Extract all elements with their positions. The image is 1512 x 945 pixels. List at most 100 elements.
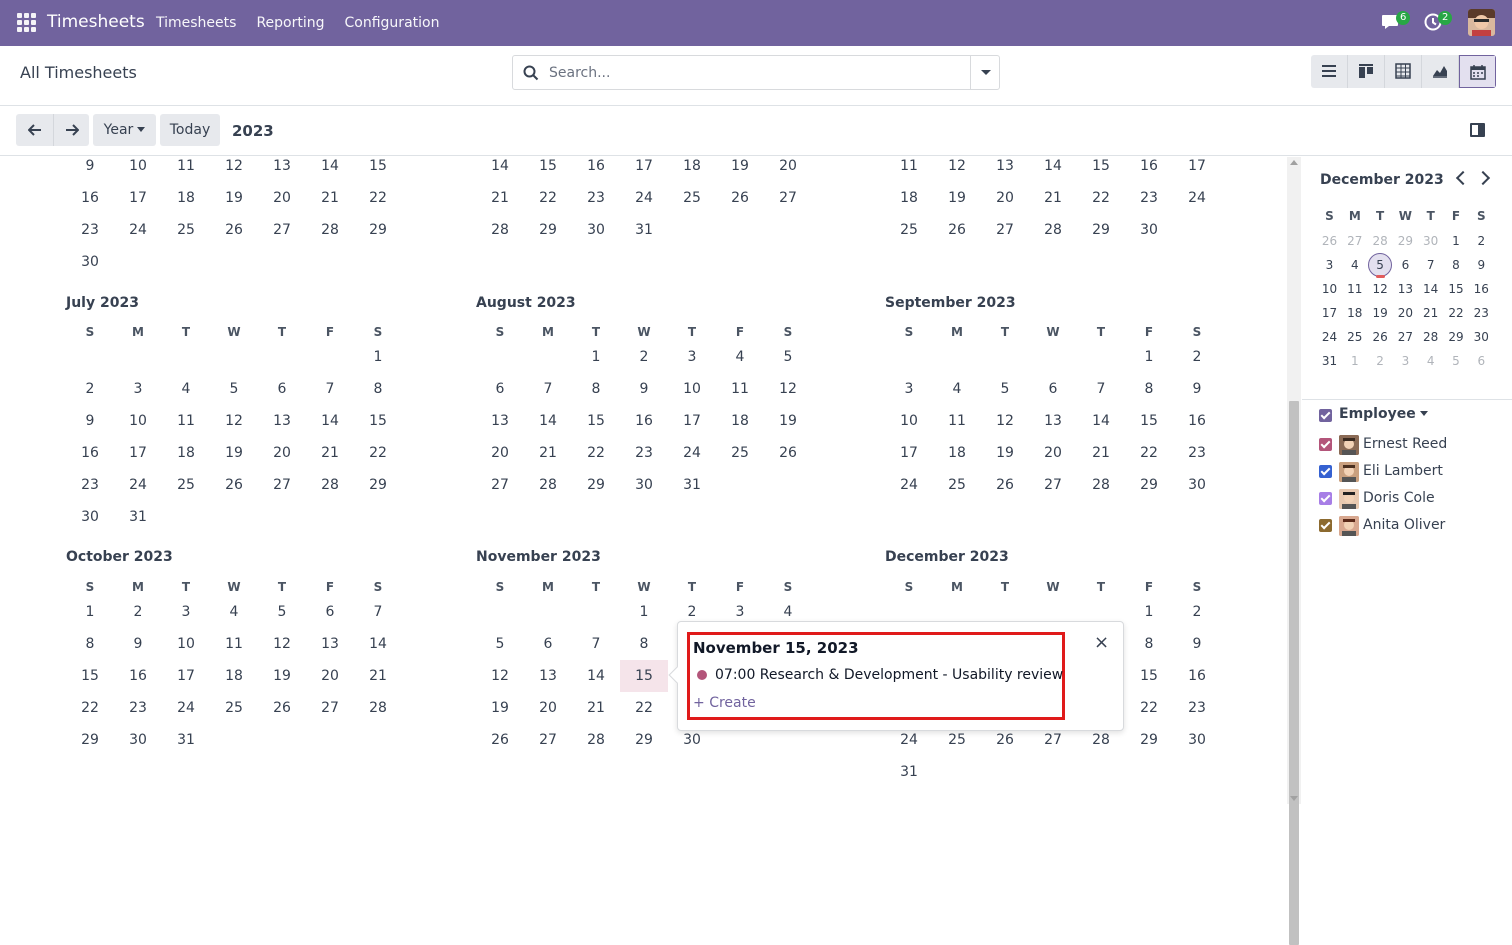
close-icon[interactable]: × — [1094, 634, 1109, 652]
day-cell[interactable]: 24 — [114, 214, 162, 246]
menu-item-reporting[interactable]: Reporting — [256, 15, 324, 31]
day-cell[interactable]: 28 — [306, 469, 354, 501]
day-cell[interactable]: 4 — [210, 596, 258, 628]
day-cell[interactable]: 19 — [210, 182, 258, 214]
apps-menu-icon[interactable] — [17, 13, 36, 32]
day-cell[interactable]: 28 — [306, 214, 354, 246]
day-cell[interactable]: 16 — [1173, 405, 1221, 437]
search-options-toggle[interactable] — [970, 56, 999, 89]
day-cell[interactable]: 29 — [1077, 214, 1125, 246]
day-cell[interactable]: 17 — [1173, 157, 1221, 182]
day-cell[interactable]: 23 — [1173, 437, 1221, 469]
mini-day-cell[interactable]: 19 — [1368, 301, 1393, 325]
day-cell[interactable]: 31 — [668, 469, 716, 501]
employee-name[interactable]: Eli Lambert — [1363, 463, 1443, 479]
employee-filter-header[interactable]: Employee — [1319, 406, 1428, 422]
day-cell[interactable]: 4 — [162, 373, 210, 405]
day-cell[interactable]: 16 — [572, 157, 620, 182]
day-cell[interactable]: 29 — [620, 724, 668, 756]
day-cell[interactable]: 16 — [114, 660, 162, 692]
day-cell[interactable]: 21 — [1029, 182, 1077, 214]
day-cell[interactable]: 4 — [933, 373, 981, 405]
mini-day-cell[interactable]: 10 — [1317, 277, 1342, 301]
mini-day-cell[interactable]: 22 — [1444, 301, 1469, 325]
day-cell[interactable]: 8 — [66, 628, 114, 660]
day-cell[interactable]: 12 — [764, 373, 812, 405]
sidebar-toggle-icon[interactable] — [1470, 123, 1485, 137]
day-cell[interactable]: 22 — [66, 692, 114, 724]
day-cell[interactable]: 2 — [66, 373, 114, 405]
employee-name[interactable]: Anita Oliver — [1363, 517, 1445, 533]
search-input[interactable] — [549, 56, 969, 89]
day-cell[interactable]: 16 — [66, 182, 114, 214]
day-cell[interactable]: 12 — [210, 405, 258, 437]
employee-name[interactable]: Ernest Reed — [1363, 436, 1447, 452]
day-cell[interactable]: 20 — [981, 182, 1029, 214]
mini-day-cell[interactable]: 14 — [1418, 277, 1443, 301]
day-cell[interactable]: 16 — [1125, 157, 1173, 182]
day-cell[interactable]: 5 — [258, 596, 306, 628]
day-cell[interactable]: 25 — [885, 214, 933, 246]
day-cell[interactable]: 5 — [476, 628, 524, 660]
day-cell[interactable]: 22 — [354, 182, 402, 214]
day-cell[interactable]: 12 — [210, 157, 258, 182]
mini-day-cell[interactable]: 5 — [1444, 349, 1469, 373]
day-cell[interactable]: 7 — [306, 373, 354, 405]
day-cell[interactable]: 14 — [476, 157, 524, 182]
scroll-down-icon[interactable] — [1290, 796, 1298, 801]
day-cell[interactable]: 9 — [1173, 373, 1221, 405]
day-cell[interactable]: 30 — [620, 469, 668, 501]
kanban-view-button[interactable] — [1348, 55, 1385, 88]
day-cell[interactable]: 19 — [716, 157, 764, 182]
day-cell[interactable]: 23 — [66, 469, 114, 501]
day-cell[interactable]: 2 — [1173, 341, 1221, 373]
day-cell[interactable]: 12 — [258, 628, 306, 660]
day-cell[interactable]: 2 — [1173, 596, 1221, 628]
employee-name[interactable]: Doris Cole — [1363, 490, 1435, 506]
day-cell[interactable]: 14 — [1029, 157, 1077, 182]
day-cell[interactable]: 31 — [162, 724, 210, 756]
scale-dropdown[interactable]: Year — [93, 114, 156, 146]
day-cell[interactable]: 26 — [210, 469, 258, 501]
day-cell[interactable]: 2 — [620, 341, 668, 373]
day-cell[interactable]: 11 — [885, 157, 933, 182]
day-cell[interactable]: 8 — [620, 628, 668, 660]
day-cell[interactable]: 11 — [210, 628, 258, 660]
day-cell[interactable]: 22 — [1125, 437, 1173, 469]
day-cell[interactable]: 8 — [1125, 628, 1173, 660]
day-cell[interactable]: 27 — [476, 469, 524, 501]
day-cell[interactable]: 1 — [66, 596, 114, 628]
scrollbar[interactable] — [1287, 157, 1301, 945]
day-cell[interactable]: 9 — [620, 373, 668, 405]
day-cell[interactable]: 6 — [476, 373, 524, 405]
day-cell[interactable]: 30 — [1173, 469, 1221, 501]
mini-day-cell[interactable]: 6 — [1393, 253, 1418, 277]
day-cell[interactable]: 10 — [114, 405, 162, 437]
mini-day-cell[interactable]: 11 — [1342, 277, 1367, 301]
day-cell[interactable]: 4 — [716, 341, 764, 373]
day-cell[interactable]: 17 — [885, 437, 933, 469]
day-cell[interactable]: 26 — [716, 182, 764, 214]
mini-day-cell[interactable]: 7 — [1418, 253, 1443, 277]
day-cell[interactable]: 17 — [668, 405, 716, 437]
day-cell[interactable]: 14 — [572, 660, 620, 692]
day-cell[interactable]: 25 — [210, 692, 258, 724]
employee-checkbox[interactable] — [1319, 519, 1332, 532]
day-cell[interactable]: 22 — [1125, 692, 1173, 724]
day-cell[interactable]: 25 — [162, 469, 210, 501]
day-cell[interactable]: 30 — [66, 246, 114, 278]
mini-day-cell[interactable]: 31 — [1317, 349, 1342, 373]
mini-day-cell[interactable]: 4 — [1418, 349, 1443, 373]
menu-item-configuration[interactable]: Configuration — [345, 15, 440, 31]
day-cell[interactable]: 11 — [162, 157, 210, 182]
day-cell[interactable]: 22 — [1077, 182, 1125, 214]
day-cell[interactable]: 19 — [258, 660, 306, 692]
chevron-right-icon[interactable] — [1475, 170, 1491, 186]
day-cell[interactable]: 29 — [354, 469, 402, 501]
day-cell[interactable]: 3 — [114, 373, 162, 405]
day-cell[interactable]: 24 — [162, 692, 210, 724]
day-cell[interactable]: 26 — [981, 469, 1029, 501]
day-cell[interactable]: 20 — [476, 437, 524, 469]
scroll-up-icon[interactable] — [1290, 160, 1298, 165]
day-cell[interactable]: 3 — [885, 373, 933, 405]
